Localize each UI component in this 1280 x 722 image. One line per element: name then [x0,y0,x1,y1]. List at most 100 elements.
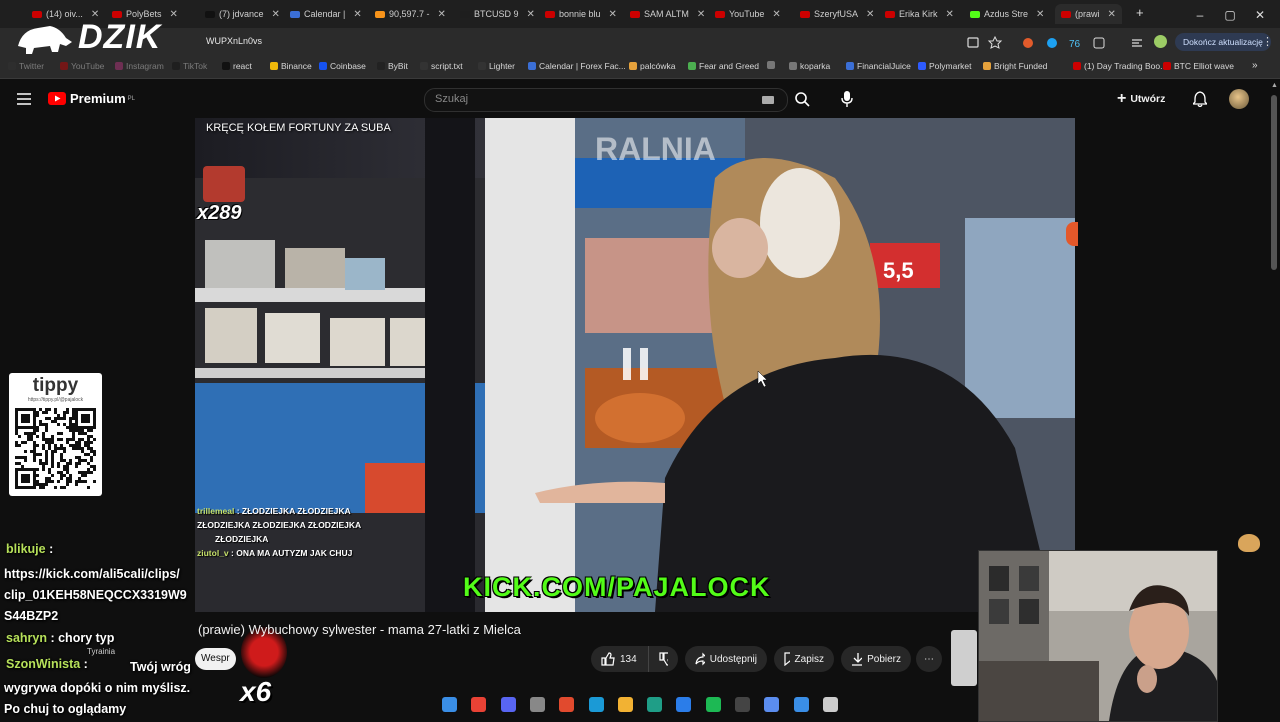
tab-close-icon[interactable]: ✕ [438,9,446,20]
bookmark-item[interactable]: Bright Funded [983,61,1047,71]
scrollbar-thumb[interactable] [1271,95,1277,270]
browser-tab[interactable]: SAM ALTM ✕ [630,4,705,24]
browser-tab[interactable]: 90,597.7 - ✕ [375,4,446,24]
browser-tab[interactable]: bonnie blu ✕ [545,4,617,24]
share-label: Udostępnij [709,653,757,665]
ingame-chat: trillemeal : ZŁODZIEJKA ZŁODZIEJKA ZŁODZI… [197,506,427,562]
hamburger-menu-icon[interactable] [17,92,31,105]
search-input[interactable]: Szukaj [424,88,788,112]
maximize-icon[interactable]: ▢ [1215,8,1245,22]
youtube-premium-logo[interactable]: Premium PL [48,91,135,106]
update-button[interactable]: Dokończ aktualizację [1175,33,1271,51]
bookmark-label: koparka [800,61,831,71]
tab-close-icon[interactable]: ✕ [697,9,705,20]
obs-icon[interactable] [559,697,575,712]
bookmark-item[interactable]: YouTube [60,61,104,71]
tab-close-icon[interactable]: ✕ [772,9,780,20]
search-button[interactable] [786,88,818,110]
start-icon[interactable] [442,697,457,712]
browser-tab[interactable]: Calendar | ✕ [290,4,362,24]
window-controls: – ▢ ✕ [1185,6,1275,24]
bookmark-item[interactable]: react [222,61,252,71]
bookmark-item[interactable]: Calendar | Forex Fac... [528,61,626,71]
close-window-icon[interactable]: ✕ [1245,8,1275,22]
bookmark-label: (1) Day Trading Boo... [1084,61,1168,71]
bookmark-item[interactable]: Lighter [478,61,515,71]
tab-close-icon[interactable]: ✕ [272,9,280,20]
bookmark-item[interactable]: ByBit [377,61,408,71]
bookmark-item[interactable]: BTC Elliot wave [1163,61,1234,71]
multiplier-badge: x289 [197,202,242,224]
network-icon[interactable] [676,697,692,712]
bookmark-item[interactable]: TikTok [172,61,207,71]
profile-avatar[interactable] [1154,35,1167,48]
bookmark-item[interactable]: FinancialJuice [846,61,911,71]
app-icon[interactable] [529,697,545,712]
create-button[interactable]: + Utwórz [1117,87,1177,111]
download-label: Pobierz [867,653,901,665]
game-icon[interactable] [735,697,750,712]
steam-icon[interactable] [588,697,604,712]
browser-tab[interactable]: YouTube ✕ [715,4,781,24]
bookmark-favicon-icon [629,62,637,70]
new-tab-button[interactable]: + [1136,5,1144,20]
bookmark-item[interactable]: koparka [789,61,830,71]
like-button[interactable]: 134 [591,646,648,672]
bookmark-item[interactable]: Binance [270,61,312,71]
thumbs-down-icon [659,652,668,666]
discord-icon[interactable] [500,697,516,712]
bookmark-item[interactable]: Instagram [115,61,164,71]
bookmark-item[interactable]: script.txt [420,61,463,71]
chrome-icon[interactable] [471,697,487,712]
bell-icon [1191,91,1209,108]
bookmark-item[interactable]: Fear and Greed [688,61,759,71]
save-button[interactable]: Zapisz [774,646,834,672]
download-button[interactable]: Pobierz [841,646,911,672]
bookmark-item[interactable]: palcówka [629,61,675,71]
notifications-button[interactable] [1191,91,1209,112]
scroll-up-icon[interactable]: ▲ [1271,82,1278,89]
tab-close-icon[interactable]: ✕ [527,9,535,20]
tab-close-icon[interactable]: ✕ [353,9,361,20]
bookmark-item[interactable]: Twitter [8,61,44,71]
bookmark-label: script.txt [431,61,463,71]
dislike-button[interactable] [648,646,678,672]
share-button[interactable]: Udostępnij [685,646,767,672]
bookmarks-overflow-icon[interactable]: » [1252,60,1258,71]
media-icon[interactable] [793,697,809,712]
keyboard-icon[interactable] [762,96,774,104]
tab-close-icon[interactable]: ✕ [866,9,874,20]
bookmark-favicon-icon [528,62,536,70]
browser-menu-icon[interactable]: ⋮ [1262,35,1273,48]
video-player[interactable]: RALNIA 5,5 KRĘCĘ KOŁEM FORTUNY ZA SUBA x… [195,118,1075,612]
voice-search-button[interactable] [840,90,854,113]
ccleaner-icon[interactable] [647,697,663,712]
browser-tab[interactable]: Azdus Stre ✕ [970,4,1044,24]
bookmark-item[interactable]: (1) Day Trading Boo... [1073,61,1167,71]
bookmark-item[interactable]: Polymarket [918,61,972,71]
tab-close-icon[interactable]: ✕ [1036,9,1044,20]
tippy-brand: tippy [32,375,79,396]
url-text[interactable]: WUPXnLn0vs [206,36,262,46]
spotify-icon[interactable] [705,697,721,712]
browser-tab[interactable]: Erika Kirk ✕ [885,4,954,24]
youtube-play-icon [48,92,66,105]
minimize-icon[interactable]: – [1185,8,1215,22]
account-avatar[interactable] [1229,89,1249,109]
bookmark-item[interactable]: Coinbase [319,61,366,71]
browser-tab[interactable]: (prawi ✕ [1055,4,1122,24]
plus-icon: + [1117,90,1127,107]
folder-icon[interactable] [617,697,633,712]
reading-list-icon[interactable] [1131,36,1143,48]
browser-tab[interactable]: SzeryfUSA ✕ [800,4,874,24]
tab-close-icon[interactable]: ✕ [946,9,954,20]
tab-close-icon[interactable]: ✕ [1108,9,1116,20]
more-actions-button[interactable]: ⋯ [916,646,942,672]
tab-close-icon[interactable]: ✕ [609,9,617,20]
terminal-icon[interactable] [822,697,838,712]
notes-icon[interactable] [764,697,780,712]
browser-tab[interactable]: (7) jdvance ✕ [205,4,280,24]
browser-tab[interactable]: BTCUSD 9 ✕ [460,4,535,24]
bookmark-item[interactable] [767,61,778,69]
support-button[interactable]: Wespr [195,648,236,670]
